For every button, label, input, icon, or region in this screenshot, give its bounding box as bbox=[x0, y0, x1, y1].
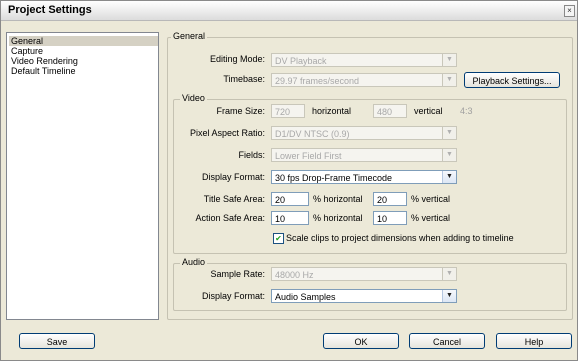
action-safe-horizontal-input[interactable]: 10 bbox=[271, 211, 309, 225]
audio-group-label: Audio bbox=[180, 257, 208, 267]
pixel-aspect-ratio-select[interactable]: D1/DV NTSC (0.9) ▼ bbox=[271, 126, 457, 140]
frame-width-input[interactable]: 720 bbox=[271, 104, 305, 118]
sample-rate-label: Sample Rate: bbox=[210, 269, 265, 279]
title-safe-vertical-suffix: % vertical bbox=[411, 194, 451, 204]
editing-mode-value: DV Playback bbox=[275, 56, 327, 66]
sidebar-item-video-rendering[interactable]: Video Rendering bbox=[9, 56, 158, 66]
title-safe-horizontal-suffix: % horizontal bbox=[313, 194, 363, 204]
chevron-down-icon: ▼ bbox=[442, 74, 456, 86]
timebase-select[interactable]: 29.97 frames/second ▼ bbox=[271, 73, 457, 87]
cancel-button[interactable]: Cancel bbox=[409, 333, 485, 349]
fields-select[interactable]: Lower Field First ▼ bbox=[271, 148, 457, 162]
sidebar-item-general[interactable]: General bbox=[9, 36, 158, 46]
frame-height-suffix: vertical bbox=[414, 106, 443, 116]
sidebar-item-default-timeline[interactable]: Default Timeline bbox=[9, 66, 158, 76]
audio-display-format-value: Audio Samples bbox=[275, 292, 336, 302]
editing-mode-label: Editing Mode: bbox=[209, 54, 265, 64]
general-group-label: General bbox=[171, 31, 208, 41]
frame-width-suffix: horizontal bbox=[312, 106, 352, 116]
title-safe-label: Title Safe Area: bbox=[203, 194, 265, 204]
pixel-aspect-ratio-label: Pixel Aspect Ratio: bbox=[189, 128, 265, 138]
chevron-down-icon: ▼ bbox=[442, 290, 456, 302]
pixel-aspect-ratio-value: D1/DV NTSC (0.9) bbox=[275, 129, 350, 139]
title-safe-horizontal-input[interactable]: 20 bbox=[271, 192, 309, 206]
fields-value: Lower Field First bbox=[275, 151, 342, 161]
close-icon[interactable]: × bbox=[564, 5, 575, 17]
window-title: Project Settings bbox=[8, 4, 92, 16]
audio-display-format-select[interactable]: Audio Samples ▼ bbox=[271, 289, 457, 303]
frame-width-value: 720 bbox=[275, 107, 291, 117]
chevron-down-icon: ▼ bbox=[442, 54, 456, 66]
action-safe-label: Action Safe Area: bbox=[195, 213, 265, 223]
title-safe-vertical-input[interactable]: 20 bbox=[373, 192, 407, 206]
fields-label: Fields: bbox=[238, 150, 265, 160]
scale-clips-checkbox[interactable]: ✔ bbox=[273, 233, 284, 244]
save-button[interactable]: Save bbox=[19, 333, 95, 349]
action-safe-vertical-suffix: % vertical bbox=[411, 213, 451, 223]
chevron-down-icon: ▼ bbox=[442, 127, 456, 139]
aspect-ratio-text: 4:3 bbox=[460, 106, 473, 116]
sample-rate-select[interactable]: 48000 Hz ▼ bbox=[271, 267, 457, 281]
timebase-value: 29.97 frames/second bbox=[275, 76, 360, 86]
project-settings-window: Project Settings × General Capture Video… bbox=[0, 0, 578, 361]
audio-display-format-label: Display Format: bbox=[201, 291, 265, 301]
frame-height-value: 480 bbox=[377, 107, 393, 117]
chevron-down-icon: ▼ bbox=[442, 149, 456, 161]
frame-size-label: Frame Size: bbox=[216, 106, 265, 116]
action-safe-vertical-value: 10 bbox=[377, 214, 388, 224]
frame-height-input[interactable]: 480 bbox=[373, 104, 407, 118]
chevron-down-icon: ▼ bbox=[442, 171, 456, 183]
timebase-label: Timebase: bbox=[223, 74, 265, 84]
sidebar-item-capture[interactable]: Capture bbox=[9, 46, 158, 56]
action-safe-vertical-input[interactable]: 10 bbox=[373, 211, 407, 225]
help-button[interactable]: Help bbox=[496, 333, 572, 349]
video-group-label: Video bbox=[180, 93, 207, 103]
display-format-select[interactable]: 30 fps Drop-Frame Timecode ▼ bbox=[271, 170, 457, 184]
title-safe-horizontal-value: 20 bbox=[275, 195, 286, 205]
action-safe-horizontal-suffix: % horizontal bbox=[313, 213, 363, 223]
editing-mode-select[interactable]: DV Playback ▼ bbox=[271, 53, 457, 67]
chevron-down-icon: ▼ bbox=[442, 268, 456, 280]
playback-settings-button[interactable]: Playback Settings... bbox=[464, 72, 560, 88]
scale-clips-label[interactable]: Scale clips to project dimensions when a… bbox=[286, 232, 514, 244]
display-format-label: Display Format: bbox=[201, 172, 265, 182]
ok-button[interactable]: OK bbox=[323, 333, 399, 349]
action-safe-horizontal-value: 10 bbox=[275, 214, 286, 224]
sample-rate-value: 48000 Hz bbox=[275, 270, 314, 280]
check-icon: ✔ bbox=[275, 234, 282, 243]
title-bar: Project Settings × bbox=[1, 1, 577, 21]
settings-category-list: General Capture Video Rendering Default … bbox=[6, 32, 159, 320]
title-safe-vertical-value: 20 bbox=[377, 195, 388, 205]
display-format-value: 30 fps Drop-Frame Timecode bbox=[275, 173, 393, 183]
